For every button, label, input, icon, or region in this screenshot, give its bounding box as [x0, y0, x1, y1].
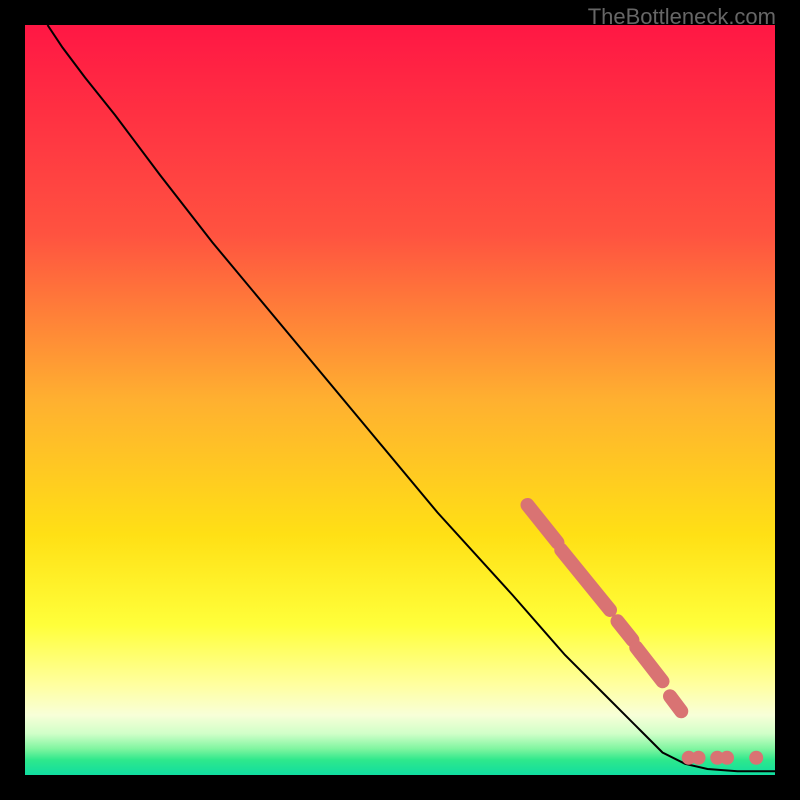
chart-container — [25, 25, 775, 775]
chart-svg — [25, 25, 775, 775]
watermark-text: TheBottleneck.com — [588, 4, 776, 30]
highlight-dot — [692, 751, 706, 765]
highlight-dot — [749, 751, 763, 765]
gradient-background — [25, 25, 775, 775]
highlight-dot — [720, 751, 734, 765]
highlight-segment — [670, 696, 681, 711]
